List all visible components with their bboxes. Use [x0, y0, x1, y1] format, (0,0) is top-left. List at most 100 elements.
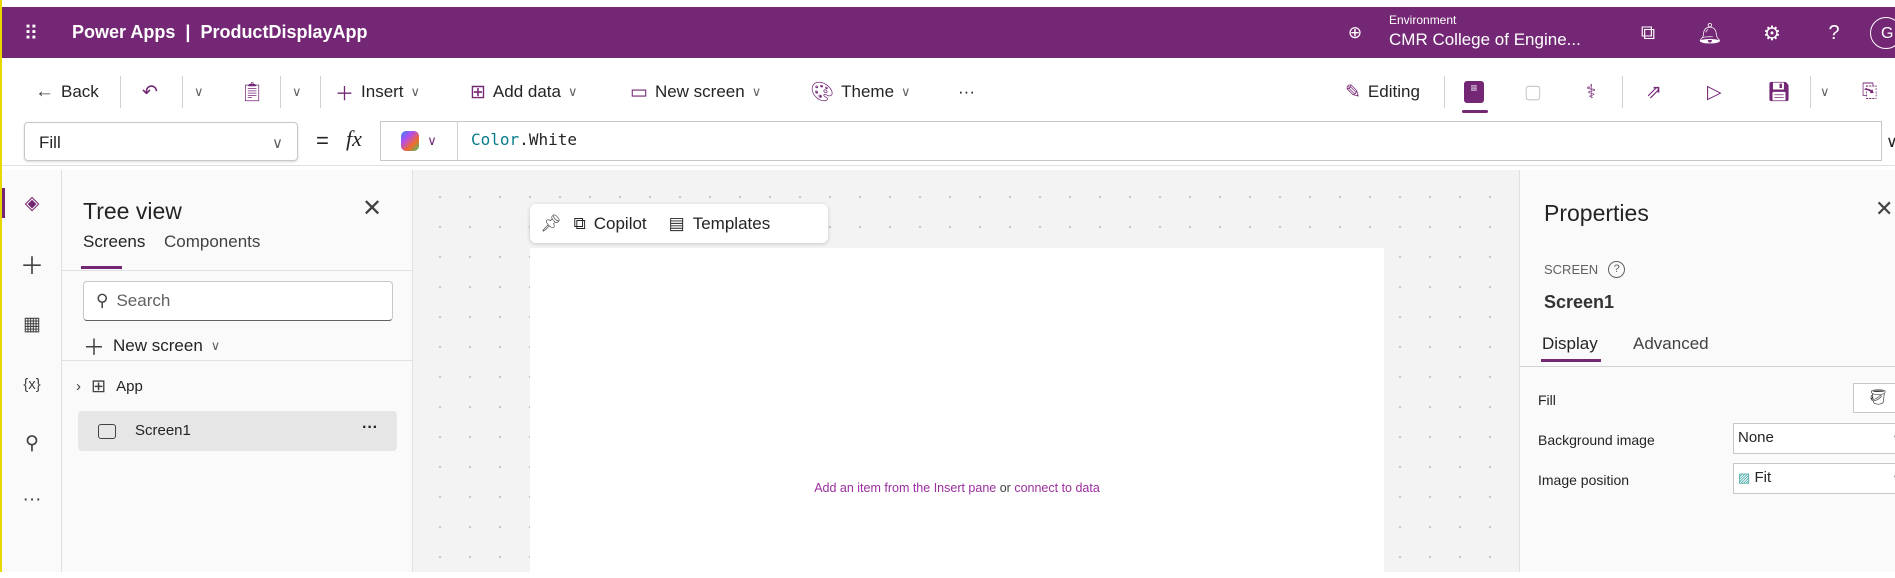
tree-item-label: Screen1 [135, 422, 191, 439]
palette-icon: 🎨︎ [810, 82, 835, 103]
comments-button[interactable]: ▢ [1524, 80, 1542, 104]
active-indicator [2, 188, 5, 218]
tree-view-pane: Tree view ✕ Screens Components ⚲ Search ＋… [62, 170, 413, 572]
tab-screens[interactable]: Screens [83, 232, 145, 252]
publish-button[interactable]: ⎘ [1862, 80, 1877, 104]
chevron-down-icon: ∨ [567, 84, 578, 99]
app-checker-button[interactable]: ⚕ [1586, 80, 1596, 104]
close-icon[interactable]: ✕ [362, 194, 382, 223]
formula-member: White [528, 130, 577, 149]
chevron-right-icon[interactable]: › [76, 378, 81, 395]
preview-button[interactable]: ▷ [1707, 80, 1722, 104]
add-data-button[interactable]: ⊞ Add data ∨ [470, 80, 578, 104]
new-screen-label: New screen [113, 336, 203, 355]
chevron-down-icon: ∨ [427, 133, 437, 148]
more-icon[interactable]: ··· [17, 485, 47, 515]
theme-label: Theme [841, 82, 895, 101]
save-button[interactable]: 💾︎ [1767, 80, 1791, 104]
insert-pane-link[interactable]: Add an item from the Insert pane [814, 481, 996, 495]
editing-button[interactable]: ✎ Editing [1345, 80, 1420, 104]
properties-pane: Properties ✕ SCREEN? Screen1 Display Adv… [1519, 170, 1895, 572]
publish-icon: ⎘ [1862, 81, 1878, 102]
paste-dropdown[interactable]: ∨ [292, 80, 302, 104]
divider [320, 76, 321, 108]
pin-icon[interactable]: 📌︎ [540, 214, 562, 234]
search-input[interactable]: ⚲ Search [83, 281, 393, 321]
tree-item-screen1[interactable]: Screen1 ··· [78, 411, 397, 451]
formula-input[interactable]: ∨ Color.White [380, 121, 1882, 161]
screen-canvas[interactable]: Add an item from the Insert pane or conn… [530, 248, 1384, 578]
pane-title: Properties [1544, 200, 1649, 226]
templates-button[interactable]: ▤ Templates [669, 214, 771, 234]
copilot-icon [401, 131, 420, 151]
undo-button[interactable]: ↶ [142, 80, 158, 104]
variables-icon[interactable]: {x} [17, 369, 47, 399]
formula-dot: . [519, 130, 529, 149]
tree-item-app[interactable]: › ⊞ App [76, 376, 143, 397]
new-screen-icon: ▭ [630, 81, 648, 103]
connect-data-link[interactable]: connect to data [1014, 481, 1099, 495]
add-data-label: Add data [492, 82, 561, 101]
back-button[interactable]: ← Back [35, 80, 99, 104]
new-screen-button[interactable]: ▭ New screen ∨ [630, 80, 761, 104]
new-screen-button[interactable]: ＋ New screen ∨ [83, 330, 220, 362]
undo-dropdown[interactable]: ∨ [194, 80, 204, 104]
chevron-down-icon: ∨ [292, 84, 302, 99]
new-screen-label: New screen [654, 82, 745, 101]
more-options-button[interactable]: ··· [362, 419, 378, 437]
property-value: Fill [39, 133, 61, 152]
tree-view-toggle[interactable]: ≡ [1464, 80, 1484, 104]
save-dropdown[interactable]: ∨ [1820, 80, 1830, 104]
chevron-down-icon: ∨ [1820, 84, 1830, 99]
plus-icon: ＋ [83, 335, 106, 360]
image-icon: ▨ [1738, 470, 1751, 485]
copilot-icon[interactable]: ⧉ [1635, 20, 1661, 46]
divider [182, 76, 183, 108]
image-position-dropdown[interactable]: ▨ Fit∨ [1733, 463, 1895, 494]
chevron-down-icon: ∨ [751, 84, 762, 99]
environment-label: Environment [1389, 13, 1457, 27]
help-icon[interactable]: ? [1608, 261, 1626, 278]
dropdown-value: None [1738, 429, 1774, 446]
tab-components[interactable]: Components [164, 232, 260, 252]
property-dropdown[interactable]: Fill ∨ [24, 122, 298, 161]
chevron-down-icon: ∨ [272, 135, 283, 152]
divider [280, 76, 281, 108]
fill-color-picker[interactable]: 🪣︎ [1853, 383, 1895, 413]
back-label: Back [61, 82, 99, 101]
avatar[interactable]: G [1870, 17, 1895, 49]
more-button[interactable]: ··· [958, 80, 975, 104]
tab-advanced[interactable]: Advanced [1633, 334, 1709, 354]
app-launcher-icon[interactable]: ⠿ [18, 20, 44, 46]
command-bar: ← Back ↶ ∨ 📋︎ ∨ ＋ Insert ∨ ⊞ Add data ∨ ▭ New … [2, 62, 1895, 120]
plus-icon[interactable]: ＋ [17, 248, 47, 280]
fx-icon: fx [346, 126, 362, 151]
environment-name[interactable]: CMR College of Engine... [1389, 30, 1581, 50]
clipboard-icon: 📋︎ [240, 82, 265, 103]
close-icon[interactable]: ✕ [1875, 196, 1893, 222]
paste-button[interactable]: 📋︎ [240, 80, 264, 104]
bell-icon[interactable]: 🔔︎ [1697, 20, 1723, 46]
background-image-dropdown[interactable]: None∨ [1733, 423, 1895, 454]
gear-icon[interactable]: ⚙ [1759, 20, 1785, 46]
formula-object: Color [471, 130, 520, 149]
search-icon: ⚲ [96, 291, 109, 310]
copilot-formula-button[interactable]: ∨ [381, 122, 458, 160]
expand-formula-icon[interactable]: ∨ [1886, 132, 1895, 152]
tree-item-label: App [116, 378, 143, 395]
fill-label: Fill [1538, 392, 1556, 408]
share-button[interactable]: ⇗ [1646, 80, 1662, 104]
data-table-icon[interactable]: ▦ [17, 309, 47, 339]
arrow-left-icon: ← [35, 81, 54, 102]
insert-button[interactable]: ＋ Insert ∨ [335, 80, 420, 105]
hint-or: or [999, 481, 1011, 495]
theme-button[interactable]: 🎨︎ Theme ∨ [810, 80, 911, 104]
help-icon[interactable]: ? [1821, 20, 1847, 46]
undo-icon: ↶ [142, 81, 158, 103]
copilot-button[interactable]: ⧉ Copilot [574, 214, 647, 234]
search-icon[interactable]: ⚲ [17, 428, 47, 458]
canvas-area: 📌︎ ⧉ Copilot ▤ Templates Add an item from … [413, 170, 1519, 578]
layers-icon[interactable]: ◈ [17, 188, 47, 218]
tab-display[interactable]: Display [1542, 334, 1598, 354]
canvas-toolbar: 📌︎ ⧉ Copilot ▤ Templates [530, 204, 828, 243]
